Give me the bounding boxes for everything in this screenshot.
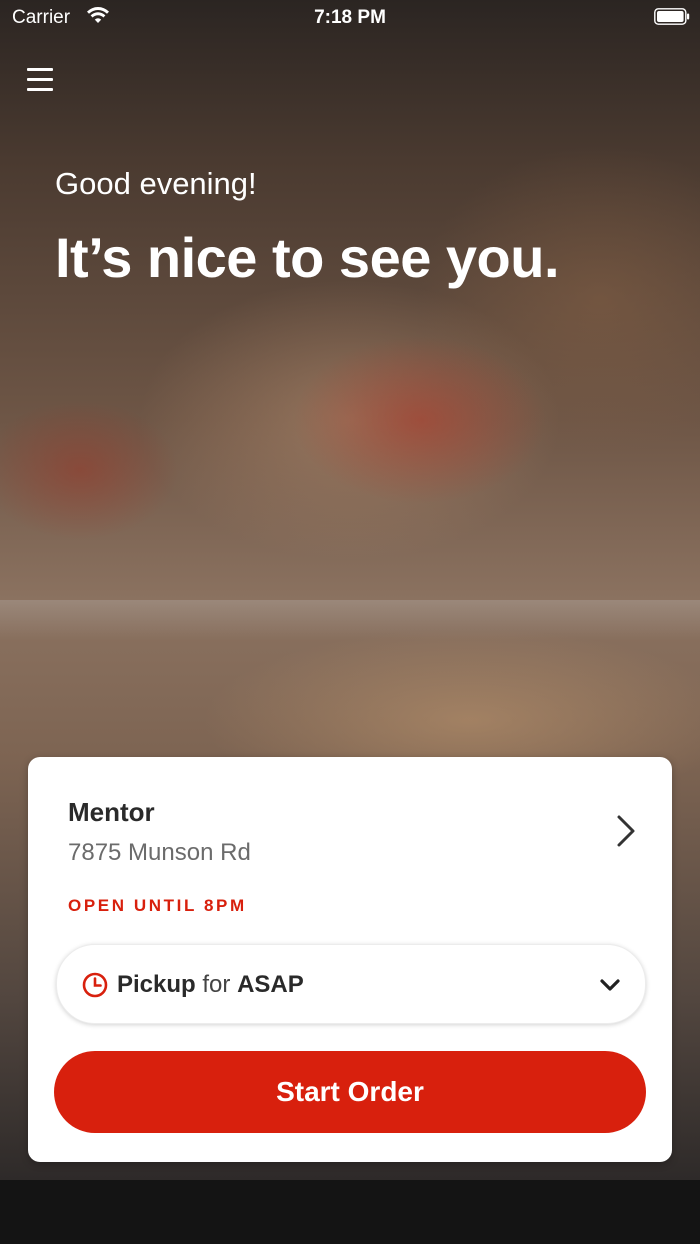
battery-icon (654, 8, 690, 25)
order-mode-connector: for (202, 971, 231, 998)
background-bottom (0, 1180, 700, 1244)
headline-text: It’s nice to see you. (55, 226, 560, 289)
order-mode-label: Pickup for ASAP (117, 971, 304, 999)
order-mode-select[interactable]: Pickup for ASAP (56, 944, 646, 1024)
chevron-down-icon (600, 979, 620, 991)
hamburger-menu-icon[interactable] (24, 64, 58, 96)
store-address: 7875 Munson Rd (68, 839, 251, 866)
status-bar: Carrier 7:18 PM (0, 0, 700, 36)
chevron-right-icon (617, 815, 635, 847)
order-mode-type: Pickup (117, 971, 196, 998)
store-name: Mentor (68, 797, 155, 827)
greeting-text: Good evening! (55, 166, 257, 201)
start-order-button[interactable]: Start Order (54, 1051, 646, 1133)
order-mode-time: ASAP (237, 971, 304, 998)
background-plate (0, 600, 700, 640)
store-selector[interactable]: Mentor 7875 Munson Rd (28, 757, 672, 877)
status-time: 7:18 PM (314, 7, 386, 28)
store-card: Mentor 7875 Munson Rd OPEN UNTIL 8PM Pic… (28, 757, 672, 1162)
store-hours-status: OPEN UNTIL 8PM (68, 896, 247, 915)
clock-icon (82, 972, 108, 998)
